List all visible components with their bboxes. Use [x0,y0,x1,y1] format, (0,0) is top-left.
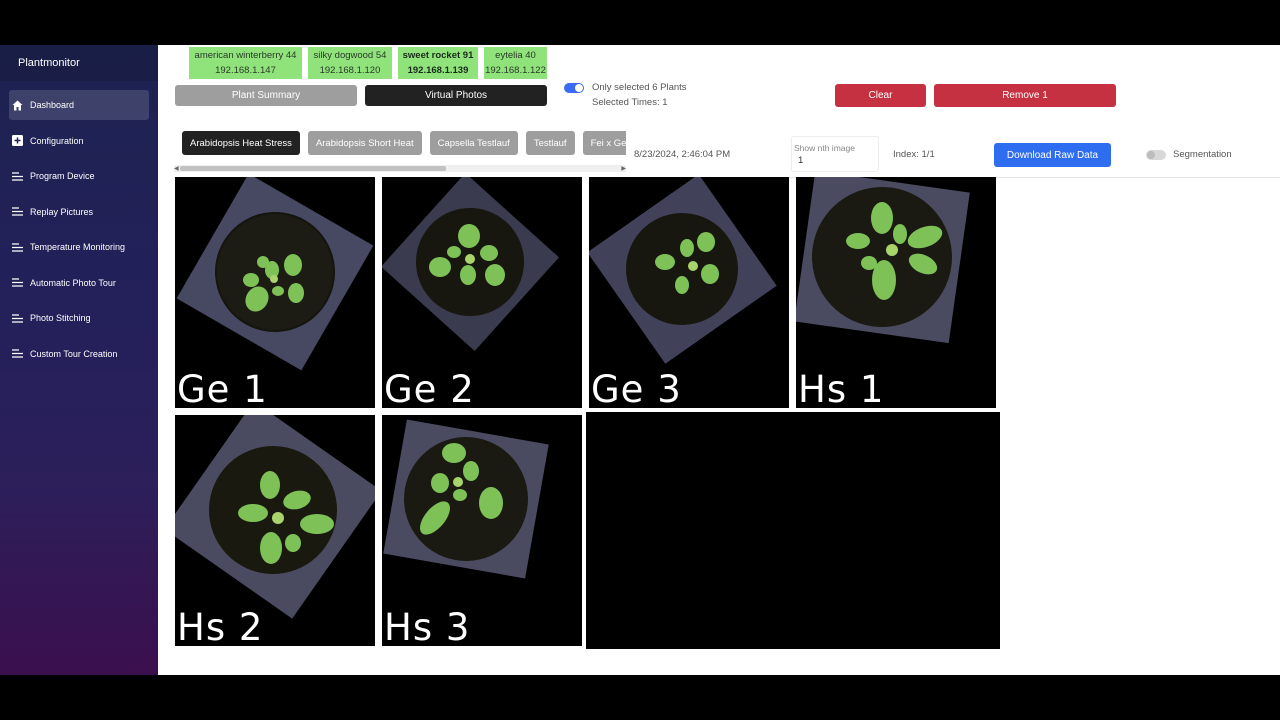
device-list: american winterberry 44 192.168.1.147 si… [189,47,553,79]
sidebar-item-photo-stitching[interactable]: Photo Stitching [9,303,149,333]
device-name: sweet rocket 91 [402,50,474,61]
photo-label: Hs 1 [798,368,885,409]
list-icon [11,206,23,218]
app-window: Plantmonitor Dashboard Configuration Pro… [0,45,1280,675]
segmentation-toggle[interactable] [1146,150,1166,160]
plant-photo[interactable]: Ge 1 [175,177,375,408]
experiment-tab-capsella-testlauf[interactable]: Capsella Testlauf [429,131,518,155]
sidebar-nav: Dashboard Configuration Program Device R… [0,90,158,369]
plant-summary-button[interactable]: Plant Summary [175,85,357,106]
home-icon [11,99,23,111]
list-icon [11,348,23,360]
device-ip: 192.168.1.139 [407,65,469,76]
sidebar-item-label: Program Device [30,171,95,181]
sidebar-item-label: Photo Stitching [30,313,91,323]
device-ip: 192.168.1.147 [215,65,276,76]
nth-image-field[interactable]: Show nth image [791,136,879,172]
remove-button[interactable]: Remove 1 [934,84,1116,107]
sidebar-item-automatic-photo-tour[interactable]: Automatic Photo Tour [9,268,149,298]
photo-label: Ge 3 [591,368,682,409]
scroll-left-icon[interactable]: ◀ [174,165,179,172]
device-chip[interactable]: eytelia 40 192.168.1.122 [484,47,547,79]
device-name: eytelia 40 [495,50,536,61]
nth-image-input[interactable] [798,155,868,166]
sidebar-item-label: Configuration [30,135,84,146]
device-name: silky dogwood 54 [313,50,387,61]
plant-photo[interactable]: Ge 3 [589,177,789,408]
download-raw-data-button[interactable]: Download Raw Data [994,143,1111,167]
plant-photo[interactable]: Hs 2 [175,415,375,646]
sidebar-item-label: Custom Tour Creation [30,348,118,359]
device-ip: 192.168.1.122 [485,65,546,76]
sidebar: Plantmonitor Dashboard Configuration Pro… [0,45,158,675]
list-icon [11,277,23,289]
scrollbar-thumb[interactable] [180,166,446,171]
experiment-tab-arabidopsis-heat-stress[interactable]: Arabidopsis Heat Stress [182,131,300,155]
list-icon [11,241,23,253]
image-index: Index: 1/1 [893,149,935,160]
nth-image-label: Show nth image [794,143,855,153]
segmentation-label: Segmentation [1173,149,1232,160]
photo-label: Hs 3 [384,606,471,647]
empty-photo-slot [586,412,1000,649]
app-title: Plantmonitor [0,45,158,81]
only-selected-label: Only selected 6 Plants [592,82,687,93]
list-icon [11,170,23,182]
sidebar-item-custom-tour-creation[interactable]: Custom Tour Creation [9,339,149,369]
sidebar-item-label: Dashboard [30,100,75,110]
plant-photo[interactable]: Hs 3 [382,415,582,646]
device-name: american winterberry 44 [194,50,297,61]
photo-label: Ge 2 [384,368,475,409]
experiment-tabs-scrollbar[interactable]: ◀ ▶ [174,165,626,172]
photo-label: Hs 2 [177,606,264,647]
plant-photo[interactable]: Ge 2 [382,177,582,408]
sidebar-item-label: Replay Pictures [30,206,94,217]
device-chip[interactable]: american winterberry 44 192.168.1.147 [189,47,302,79]
experiment-tab-fei-x-ge[interactable]: Fei x Ge [582,131,626,155]
sidebar-item-dashboard[interactable]: Dashboard [9,90,149,120]
sidebar-item-replay-pictures[interactable]: Replay Pictures [9,197,149,227]
sidebar-item-configuration[interactable]: Configuration [9,126,149,156]
plus-square-icon [11,135,23,147]
sidebar-item-program-device[interactable]: Program Device [9,161,149,191]
experiment-tab-arabidopsis-short-heat[interactable]: Arabidopsis Short Heat [307,131,422,155]
only-selected-toggle[interactable] [564,83,584,93]
list-icon [11,312,23,324]
photo-label: Ge 1 [177,368,268,409]
experiment-tabs: Arabidopsis Heat Stress Arabidopsis Shor… [182,131,626,156]
plant-photo[interactable]: Hs 1 [796,177,996,408]
sidebar-item-label: Automatic Photo Tour [30,277,116,288]
device-chip[interactable]: silky dogwood 54 192.168.1.120 [308,47,392,79]
sidebar-item-label: Temperature Monitoring [30,242,126,252]
image-timestamp: 8/23/2024, 2:46:04 PM [634,149,731,160]
scroll-right-icon[interactable]: ▶ [621,165,626,172]
sidebar-item-temperature-monitoring[interactable]: Temperature Monitoring [9,232,149,262]
virtual-photos-button[interactable]: Virtual Photos [365,85,547,106]
main-content: american winterberry 44 192.168.1.147 si… [158,45,1280,675]
device-ip: 192.168.1.120 [319,65,381,76]
device-chip-selected[interactable]: sweet rocket 91 192.168.1.139 [398,47,478,79]
selected-times-label: Selected Times: 1 [592,97,668,108]
clear-button[interactable]: Clear [835,84,926,107]
experiment-tab-testlauf[interactable]: Testlauf [525,131,575,155]
